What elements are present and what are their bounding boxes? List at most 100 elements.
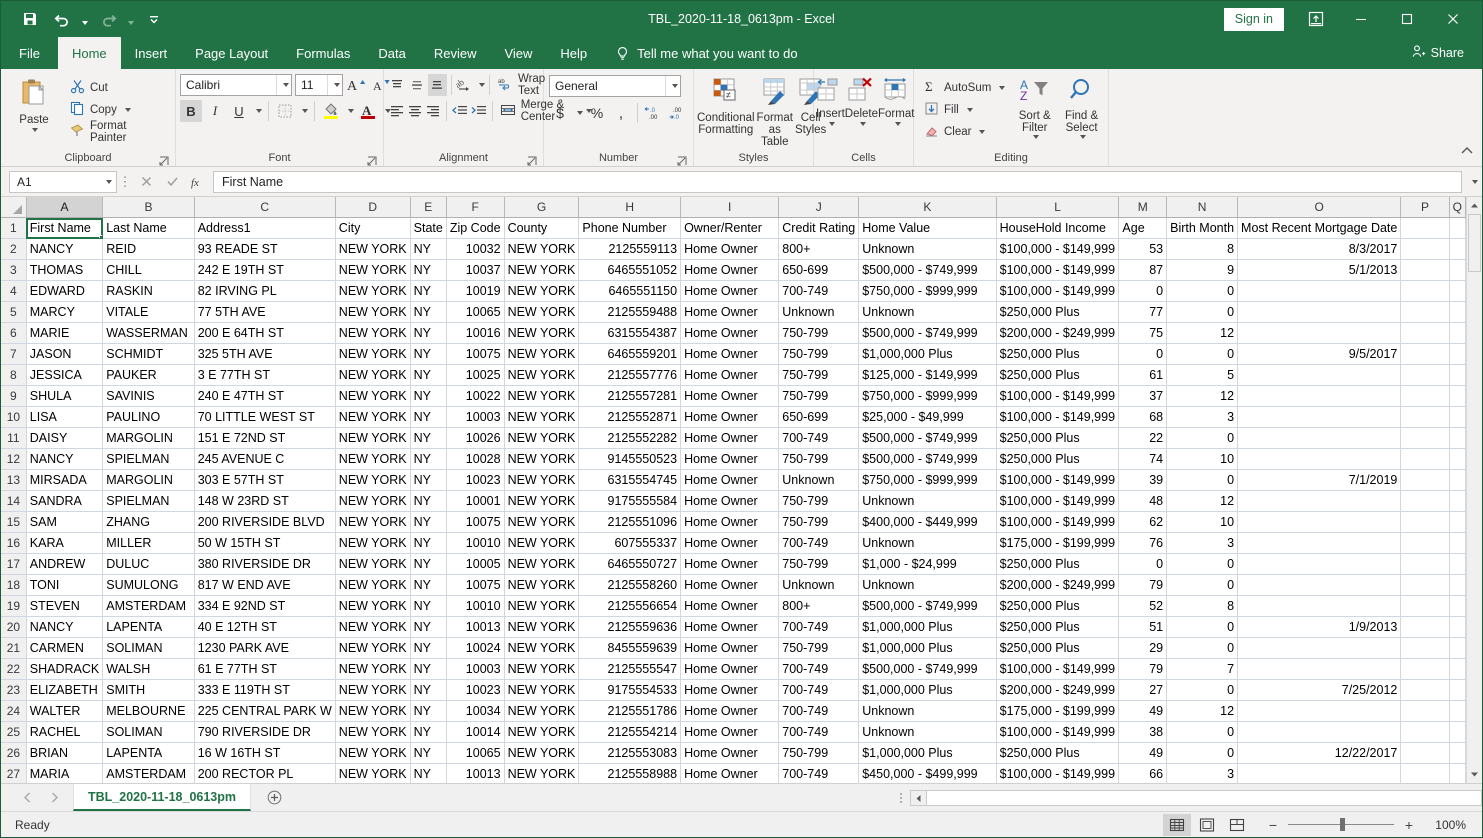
cell[interactable] [1449, 680, 1465, 701]
cell[interactable]: $100,000 - $149,999 [996, 260, 1119, 281]
header-cell[interactable]: City [335, 218, 410, 239]
cell[interactable]: 225 CENTRAL PARK W [194, 701, 335, 722]
cell[interactable]: 1/9/2013 [1238, 617, 1401, 638]
zoom-slider-thumb[interactable] [1340, 818, 1345, 831]
header-cell[interactable] [1449, 218, 1465, 239]
cell[interactable]: 800+ [779, 239, 859, 260]
cell[interactable]: NY [410, 260, 446, 281]
cell[interactable]: NEW YORK [504, 596, 579, 617]
vertical-scroll-track[interactable] [1467, 272, 1483, 766]
select-all-corner[interactable] [1, 197, 26, 218]
cell[interactable]: 240 E 47TH ST [194, 386, 335, 407]
cell[interactable] [1238, 365, 1401, 386]
alignment-dialog-launcher-icon[interactable] [527, 155, 537, 165]
cell[interactable]: $500,000 - $749,999 [859, 428, 996, 449]
cell[interactable]: NY [410, 764, 446, 784]
cell[interactable]: 242 E 19TH ST [194, 260, 335, 281]
cell[interactable]: $25,000 - $49,999 [859, 407, 996, 428]
cell[interactable]: 6315554387 [579, 323, 681, 344]
header-cell[interactable]: Phone Number [579, 218, 681, 239]
orientation-icon[interactable]: ab [456, 74, 475, 96]
cell[interactable]: SOLIMAN [103, 638, 194, 659]
font-color-icon[interactable]: A [357, 100, 379, 122]
row-header-5[interactable]: 5 [1, 302, 26, 323]
column-header-d[interactable]: D [335, 197, 410, 218]
accounting-format-icon[interactable]: $ [549, 102, 571, 124]
row-header-13[interactable]: 13 [1, 470, 26, 491]
cell[interactable]: 750-799 [779, 344, 859, 365]
cell[interactable]: NEW YORK [335, 575, 410, 596]
cell[interactable] [1401, 344, 1449, 365]
header-cell[interactable]: County [504, 218, 579, 239]
cell[interactable]: $250,000 Plus [996, 302, 1119, 323]
header-cell[interactable]: HouseHold Income [996, 218, 1119, 239]
cell[interactable] [1449, 239, 1465, 260]
row-header-26[interactable]: 26 [1, 743, 26, 764]
cell[interactable]: 0 [1119, 554, 1167, 575]
row-header-23[interactable]: 23 [1, 680, 26, 701]
cell[interactable]: 380 RIVERSIDE DR [194, 554, 335, 575]
cell[interactable]: 62 [1119, 512, 1167, 533]
sheet-tab[interactable]: TBL_2020-11-18_0613pm [73, 784, 251, 811]
cell[interactable]: 2125555547 [579, 659, 681, 680]
cell[interactable]: 16 W 16TH ST [194, 743, 335, 764]
cell[interactable] [1401, 701, 1449, 722]
cell[interactable]: 76 [1119, 533, 1167, 554]
cell[interactable]: NANCY [26, 239, 102, 260]
cell[interactable]: Home Owner [681, 491, 779, 512]
tab-formulas[interactable]: Formulas [282, 37, 364, 69]
vertical-scroll-thumb[interactable] [1468, 214, 1481, 272]
cell[interactable] [1401, 407, 1449, 428]
cell[interactable]: 10005 [446, 554, 504, 575]
cell[interactable]: NY [410, 722, 446, 743]
cell[interactable]: Home Owner [681, 764, 779, 784]
cell[interactable]: SUMULONG [103, 575, 194, 596]
cell[interactable]: 0 [1119, 344, 1167, 365]
clear-dropdown-icon[interactable] [979, 130, 985, 134]
cell[interactable]: LAPENTA [103, 617, 194, 638]
cell[interactable] [1401, 323, 1449, 344]
format-cells-dropdown-icon[interactable] [895, 122, 901, 126]
cell[interactable]: NY [410, 239, 446, 260]
cell[interactable]: $450,000 - $499,999 [859, 764, 996, 784]
cell[interactable]: NEW YORK [335, 323, 410, 344]
fill-dropdown-icon[interactable] [967, 108, 973, 112]
cell[interactable]: NY [410, 743, 446, 764]
cell[interactable]: 10026 [446, 428, 504, 449]
font-size-combo[interactable]: 11 [295, 74, 343, 96]
cell[interactable]: 10003 [446, 659, 504, 680]
cell[interactable]: NEW YORK [504, 617, 579, 638]
cell[interactable]: NEW YORK [335, 470, 410, 491]
cell[interactable]: NEW YORK [335, 533, 410, 554]
formula-input[interactable]: First Name [213, 171, 1462, 193]
cell[interactable]: 750-799 [779, 512, 859, 533]
cell[interactable]: NEW YORK [335, 743, 410, 764]
cell[interactable]: WALSH [103, 659, 194, 680]
cell[interactable] [1401, 512, 1449, 533]
cell[interactable]: NEW YORK [335, 344, 410, 365]
decrease-indent-icon[interactable] [451, 100, 469, 122]
header-cell[interactable]: Zip Code [446, 218, 504, 239]
row-header-6[interactable]: 6 [1, 323, 26, 344]
cell[interactable]: 10023 [446, 470, 504, 491]
cell[interactable]: 79 [1119, 659, 1167, 680]
cell[interactable]: 49 [1119, 743, 1167, 764]
cell[interactable] [1401, 596, 1449, 617]
cell[interactable]: SANDRA [26, 491, 102, 512]
conditional-formatting-button[interactable]: ≠ Conditional Formatting [697, 75, 755, 136]
cell[interactable]: 700-749 [779, 764, 859, 784]
align-center-icon[interactable] [406, 100, 423, 122]
cell[interactable]: 9175555584 [579, 491, 681, 512]
cell[interactable]: 0 [1167, 743, 1238, 764]
previous-sheet-icon[interactable] [23, 792, 32, 803]
cell[interactable]: 3 [1167, 533, 1238, 554]
cell[interactable]: 2125559113 [579, 239, 681, 260]
cell[interactable] [1401, 680, 1449, 701]
column-header-f[interactable]: F [446, 197, 504, 218]
cell[interactable]: 10019 [446, 281, 504, 302]
cell[interactable]: NEW YORK [335, 638, 410, 659]
cell[interactable]: 325 5TH AVE [194, 344, 335, 365]
column-header-q[interactable]: Q [1449, 197, 1465, 218]
header-cell[interactable]: Address1 [194, 218, 335, 239]
cell[interactable]: NEW YORK [504, 407, 579, 428]
